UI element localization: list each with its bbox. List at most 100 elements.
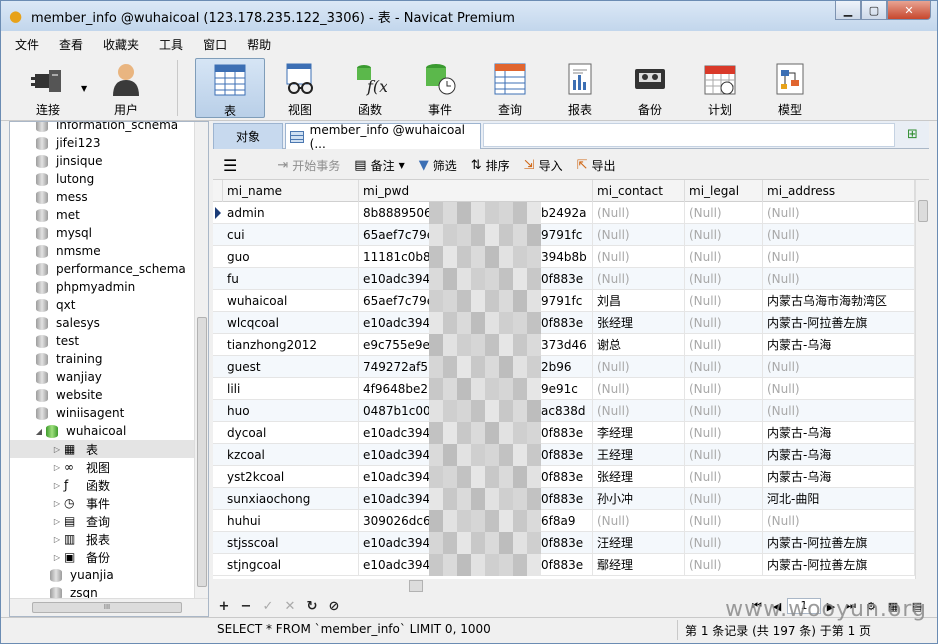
connection-tree[interactable]: information_schema jifei123 jinsique lutong… — [9, 121, 209, 617]
cell-mi-contact[interactable]: (Null) — [593, 202, 685, 224]
expand-arrow-icon[interactable]: ▷ — [50, 553, 64, 562]
grid-horizontal-scrollbar[interactable] — [213, 579, 929, 593]
tree-horizontal-scrollbar[interactable]: III — [10, 598, 208, 616]
tree-scroll-thumb[interactable] — [197, 317, 207, 587]
cell-mi-contact[interactable]: 汪经理 — [593, 532, 685, 554]
column-mi-address[interactable]: mi_address — [763, 180, 915, 202]
cell-mi-address[interactable]: 内蒙古乌海市海勃湾区 — [763, 290, 915, 312]
cell-mi-pwd[interactable]: 0487b1c007 ac838d — [359, 400, 593, 422]
expand-arrow-icon[interactable]: ▷ — [50, 535, 64, 544]
note-dropdown-icon[interactable]: ▼ — [399, 161, 405, 170]
cell-mi-name[interactable]: tianzhong2012 — [223, 334, 359, 356]
column-mi-name[interactable]: mi_name — [223, 180, 359, 202]
menu-tools[interactable]: 工具 — [149, 36, 193, 53]
cell-mi-name[interactable]: cui — [223, 224, 359, 246]
tree-db-qxt[interactable]: qxt — [10, 296, 196, 314]
cell-mi-address[interactable]: 内蒙古-阿拉善左旗 — [763, 532, 915, 554]
connect-button[interactable]: 连接 — [15, 58, 81, 118]
tree-db-test[interactable]: test — [10, 332, 196, 350]
cell-mi-name[interactable]: admin — [223, 202, 359, 224]
cell-mi-legal[interactable]: (Null) — [685, 356, 763, 378]
cell-mi-pwd[interactable]: e10adc3949 0f883e — [359, 488, 593, 510]
menu-help[interactable]: 帮助 — [237, 36, 281, 53]
cell-mi-contact[interactable]: 刘昌 — [593, 290, 685, 312]
data-grid[interactable]: mi_name mi_pwd mi_contact mi_legal mi_ad… — [213, 179, 929, 579]
export-button[interactable]: ⇱ 导出 — [577, 157, 616, 174]
grid-vscroll-thumb[interactable] — [918, 200, 928, 222]
cell-mi-legal[interactable]: (Null) — [685, 400, 763, 422]
tree-queries[interactable]: ▷ ▤ 查询 — [10, 512, 196, 530]
apply-changes-button[interactable]: ✓ — [257, 599, 279, 614]
cell-mi-name[interactable]: huhui — [223, 510, 359, 532]
cell-mi-address[interactable]: 内蒙古-阿拉善左旗 — [763, 554, 915, 576]
event-button[interactable]: 事件 — [407, 58, 473, 118]
cell-mi-name[interactable]: dycoal — [223, 422, 359, 444]
cell-mi-contact[interactable]: (Null) — [593, 400, 685, 422]
cell-mi-pwd[interactable]: 4f9648be27 9e91c — [359, 378, 593, 400]
expand-arrow-icon[interactable]: ▷ — [50, 445, 64, 454]
add-record-button[interactable]: + — [213, 599, 235, 614]
table-row[interactable]: cui 65aef7c79e 9791fc (Null) (Null) (Null) — [213, 224, 915, 246]
tree-tables[interactable]: ▷ ▦ 表 — [10, 440, 196, 458]
cell-mi-contact[interactable]: 李经理 — [593, 422, 685, 444]
table-row[interactable]: dycoal e10adc3949 0f883e 李经理 (Null) 内蒙古-乌海 — [213, 422, 915, 444]
close-button[interactable]: ✕ — [887, 1, 931, 20]
tree-reports[interactable]: ▷ ▥ 报表 — [10, 530, 196, 548]
cell-mi-contact[interactable]: 孙小冲 — [593, 488, 685, 510]
cell-mi-legal[interactable]: (Null) — [685, 488, 763, 510]
cell-mi-legal[interactable]: (Null) — [685, 224, 763, 246]
table-row[interactable]: huhui 309026dc66 6f8a9 (Null) (Null) (Null) — [213, 510, 915, 532]
tree-functions[interactable]: ▷ ƒ 函数 — [10, 476, 196, 494]
cell-mi-legal[interactable]: (Null) — [685, 532, 763, 554]
tree-db-lutong[interactable]: lutong — [10, 170, 196, 188]
cell-mi-legal[interactable]: (Null) — [685, 246, 763, 268]
maximize-button[interactable]: ▢ — [861, 1, 887, 20]
expand-arrow-icon[interactable]: ▷ — [50, 481, 64, 490]
cell-mi-legal[interactable]: (Null) — [685, 422, 763, 444]
cell-mi-pwd[interactable]: 65aef7c79e 9791fc — [359, 224, 593, 246]
cell-mi-name[interactable]: stjngcoal — [223, 554, 359, 576]
cell-mi-legal[interactable]: (Null) — [685, 268, 763, 290]
backup-button[interactable]: 备份 — [617, 58, 683, 118]
tree-backups[interactable]: ▷ ▣ 备份 — [10, 548, 196, 566]
cell-mi-address[interactable]: 内蒙古-乌海 — [763, 334, 915, 356]
menu-favorites[interactable]: 收藏夹 — [93, 36, 149, 53]
cell-mi-name[interactable]: stjsscoal — [223, 532, 359, 554]
table-row[interactable]: lili 4f9648be27 9e91c (Null) (Null) (Null) — [213, 378, 915, 400]
cell-mi-name[interactable]: huo — [223, 400, 359, 422]
column-mi-legal[interactable]: mi_legal — [685, 180, 763, 202]
tree-db-mysql[interactable]: mysql — [10, 224, 196, 242]
table-row[interactable]: fu e10adc3949 0f883e (Null) (Null) (Null) — [213, 268, 915, 290]
tree-events[interactable]: ▷ ◷ 事件 — [10, 494, 196, 512]
minimize-button[interactable]: ▁ — [835, 1, 861, 20]
cell-mi-pwd[interactable]: 749272af57 2b96 — [359, 356, 593, 378]
grid-hscroll-thumb[interactable] — [409, 580, 423, 592]
table-row[interactable]: kzcoal e10adc3949 0f883e 王经理 (Null) 内蒙古-乌海 — [213, 444, 915, 466]
tree-db-performance_schema[interactable]: performance_schema — [10, 260, 196, 278]
cell-mi-address[interactable]: (Null) — [763, 246, 915, 268]
cell-mi-contact[interactable]: (Null) — [593, 224, 685, 246]
cell-mi-address[interactable]: 内蒙古-乌海 — [763, 444, 915, 466]
cell-mi-contact[interactable]: (Null) — [593, 356, 685, 378]
table-row[interactable]: stjsscoal e10adc3949 0f883e 汪经理 (Null) 内蒙古-阿拉… — [213, 532, 915, 554]
collapse-arrow-icon[interactable]: ◢ — [32, 427, 46, 436]
cell-mi-address[interactable]: (Null) — [763, 202, 915, 224]
tree-vertical-scrollbar[interactable] — [194, 122, 208, 598]
cell-mi-address[interactable]: 内蒙古-乌海 — [763, 466, 915, 488]
cell-mi-contact[interactable]: (Null) — [593, 268, 685, 290]
expand-arrow-icon[interactable]: ▷ — [50, 499, 64, 508]
cell-mi-name[interactable]: guo — [223, 246, 359, 268]
table-row[interactable]: tianzhong2012 e9c755e9e0 373d46 谢总 (Null) 内蒙古… — [213, 334, 915, 356]
tree-db-training[interactable]: training — [10, 350, 196, 368]
connect-dropdown-icon[interactable]: ▼ — [81, 84, 87, 93]
table-row[interactable]: huo 0487b1c007 ac838d (Null) (Null) (Null) — [213, 400, 915, 422]
view-button[interactable]: 视图 — [267, 58, 333, 118]
cell-mi-pwd[interactable]: 309026dc66 6f8a9 — [359, 510, 593, 532]
tree-db-nmsme[interactable]: nmsme — [10, 242, 196, 260]
cell-mi-name[interactable]: yst2kcoal — [223, 466, 359, 488]
cell-mi-address[interactable]: 河北-曲阳 — [763, 488, 915, 510]
cell-mi-legal[interactable]: (Null) — [685, 290, 763, 312]
new-tab-icon[interactable]: ⊞ — [907, 127, 923, 143]
tree-db-salesys[interactable]: salesys — [10, 314, 196, 332]
tree-views[interactable]: ▷ ∞ 视图 — [10, 458, 196, 476]
